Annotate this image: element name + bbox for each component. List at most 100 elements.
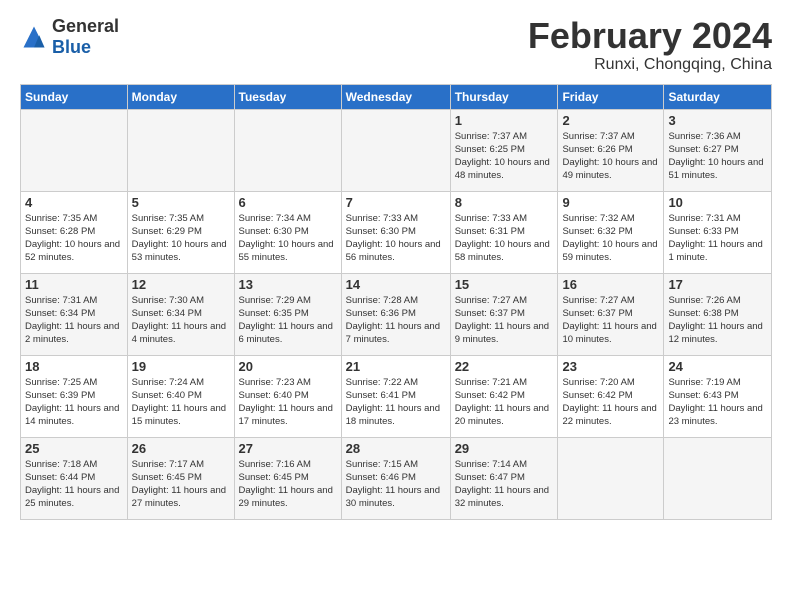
calendar-week-3: 11 Sunrise: 7:31 AM Sunset: 6:34 PM Dayli… xyxy=(21,273,772,355)
col-friday: Friday xyxy=(558,84,664,109)
title-area: February 2024 Runxi, Chongqing, China xyxy=(528,16,772,74)
day-info: Sunrise: 7:14 AM Sunset: 6:47 PM Dayligh… xyxy=(455,458,554,511)
day-info: Sunrise: 7:18 AM Sunset: 6:44 PM Dayligh… xyxy=(25,458,123,511)
calendar-cell: 18Sunrise: 7:25 AM Sunset: 6:39 PM Dayli… xyxy=(21,355,128,437)
calendar-cell: 28 Sunrise: 7:15 AM Sunset: 6:46 PM Dayli… xyxy=(341,437,450,519)
calendar-cell: 6Sunrise: 7:34 AM Sunset: 6:30 PM Daylig… xyxy=(234,191,341,273)
calendar-cell: 14 Sunrise: 7:28 AM Sunset: 6:36 PM Dayli… xyxy=(341,273,450,355)
calendar-cell: 13 Sunrise: 7:29 AM Sunset: 6:35 PM Dayli… xyxy=(234,273,341,355)
calendar-week-4: 18Sunrise: 7:25 AM Sunset: 6:39 PM Dayli… xyxy=(21,355,772,437)
day-number: 9 xyxy=(562,195,659,210)
calendar-cell: 23 Sunrise: 7:20 AM Sunset: 6:42 PM Dayli… xyxy=(558,355,664,437)
calendar-cell: 25 Sunrise: 7:18 AM Sunset: 6:44 PM Dayli… xyxy=(21,437,128,519)
day-number: 16 xyxy=(562,277,659,292)
calendar-cell: 12 Sunrise: 7:30 AM Sunset: 6:34 PM Dayli… xyxy=(127,273,234,355)
day-number: 26 xyxy=(132,441,230,456)
calendar-cell: 22 Sunrise: 7:21 AM Sunset: 6:42 PM Dayli… xyxy=(450,355,558,437)
day-info: Sunrise: 7:21 AM Sunset: 6:42 PM Dayligh… xyxy=(455,376,554,429)
logo-text: General Blue xyxy=(52,16,119,58)
day-number: 22 xyxy=(455,359,554,374)
col-wednesday: Wednesday xyxy=(341,84,450,109)
day-info: Sunrise: 7:35 AM Sunset: 6:28 PM Dayligh… xyxy=(25,212,123,265)
calendar-cell xyxy=(558,437,664,519)
col-saturday: Saturday xyxy=(664,84,772,109)
calendar-cell: 17 Sunrise: 7:26 AM Sunset: 6:38 PM Dayli… xyxy=(664,273,772,355)
day-number: 14 xyxy=(346,277,446,292)
header: General Blue February 2024 Runxi, Chongq… xyxy=(20,16,772,74)
day-info: Sunrise: 7:20 AM Sunset: 6:42 PM Dayligh… xyxy=(562,376,659,429)
day-number: 11 xyxy=(25,277,123,292)
day-info: Sunrise: 7:27 AM Sunset: 6:37 PM Dayligh… xyxy=(455,294,554,347)
day-info: Sunrise: 7:22 AM Sunset: 6:41 PM Dayligh… xyxy=(346,376,446,429)
day-number: 17 xyxy=(668,277,767,292)
logo: General Blue xyxy=(20,16,119,58)
calendar-cell: 5 Sunrise: 7:35 AM Sunset: 6:29 PM Daylig… xyxy=(127,191,234,273)
day-number: 19 xyxy=(132,359,230,374)
calendar-cell: 7Sunrise: 7:33 AM Sunset: 6:30 PM Daylig… xyxy=(341,191,450,273)
calendar-week-5: 25 Sunrise: 7:18 AM Sunset: 6:44 PM Dayli… xyxy=(21,437,772,519)
day-info: Sunrise: 7:35 AM Sunset: 6:29 PM Dayligh… xyxy=(132,212,230,265)
day-info: Sunrise: 7:26 AM Sunset: 6:38 PM Dayligh… xyxy=(668,294,767,347)
calendar-cell: 2Sunrise: 7:37 AM Sunset: 6:26 PM Daylig… xyxy=(558,109,664,191)
day-info: Sunrise: 7:27 AM Sunset: 6:37 PM Dayligh… xyxy=(562,294,659,347)
day-info: Sunrise: 7:30 AM Sunset: 6:34 PM Dayligh… xyxy=(132,294,230,347)
calendar-table: Sunday Monday Tuesday Wednesday Thursday… xyxy=(20,84,772,520)
day-number: 5 xyxy=(132,195,230,210)
page: General Blue February 2024 Runxi, Chongq… xyxy=(0,0,792,530)
day-info: Sunrise: 7:31 AM Sunset: 6:34 PM Dayligh… xyxy=(25,294,123,347)
calendar-cell: 3 Sunrise: 7:36 AM Sunset: 6:27 PM Daylig… xyxy=(664,109,772,191)
day-number: 29 xyxy=(455,441,554,456)
calendar-cell xyxy=(341,109,450,191)
day-number: 8 xyxy=(455,195,554,210)
calendar-cell: 8 Sunrise: 7:33 AM Sunset: 6:31 PM Daylig… xyxy=(450,191,558,273)
calendar-week-2: 4 Sunrise: 7:35 AM Sunset: 6:28 PM Daylig… xyxy=(21,191,772,273)
day-info: Sunrise: 7:36 AM Sunset: 6:27 PM Dayligh… xyxy=(668,130,767,183)
day-info: Sunrise: 7:37 AM Sunset: 6:25 PM Dayligh… xyxy=(455,130,554,183)
logo-general: General xyxy=(52,16,119,36)
calendar-cell: 15Sunrise: 7:27 AM Sunset: 6:37 PM Dayli… xyxy=(450,273,558,355)
col-tuesday: Tuesday xyxy=(234,84,341,109)
calendar-cell: 21Sunrise: 7:22 AM Sunset: 6:41 PM Dayli… xyxy=(341,355,450,437)
month-title: February 2024 xyxy=(528,16,772,56)
header-row: Sunday Monday Tuesday Wednesday Thursday… xyxy=(21,84,772,109)
calendar-cell: 26 Sunrise: 7:17 AM Sunset: 6:45 PM Dayli… xyxy=(127,437,234,519)
day-number: 25 xyxy=(25,441,123,456)
logo-icon xyxy=(20,23,48,51)
day-info: Sunrise: 7:24 AM Sunset: 6:40 PM Dayligh… xyxy=(132,376,230,429)
day-number: 27 xyxy=(239,441,337,456)
day-info: Sunrise: 7:15 AM Sunset: 6:46 PM Dayligh… xyxy=(346,458,446,511)
day-info: Sunrise: 7:29 AM Sunset: 6:35 PM Dayligh… xyxy=(239,294,337,347)
day-number: 10 xyxy=(668,195,767,210)
calendar-cell: 1Sunrise: 7:37 AM Sunset: 6:25 PM Daylig… xyxy=(450,109,558,191)
day-info: Sunrise: 7:33 AM Sunset: 6:30 PM Dayligh… xyxy=(346,212,446,265)
calendar-cell: 24 Sunrise: 7:19 AM Sunset: 6:43 PM Dayli… xyxy=(664,355,772,437)
calendar-cell: 16 Sunrise: 7:27 AM Sunset: 6:37 PM Dayli… xyxy=(558,273,664,355)
logo-blue: Blue xyxy=(52,37,91,57)
location-subtitle: Runxi, Chongqing, China xyxy=(528,56,772,74)
day-number: 2 xyxy=(562,113,659,128)
calendar-cell xyxy=(664,437,772,519)
day-number: 28 xyxy=(346,441,446,456)
day-info: Sunrise: 7:23 AM Sunset: 6:40 PM Dayligh… xyxy=(239,376,337,429)
day-info: Sunrise: 7:28 AM Sunset: 6:36 PM Dayligh… xyxy=(346,294,446,347)
calendar-cell: 19 Sunrise: 7:24 AM Sunset: 6:40 PM Dayli… xyxy=(127,355,234,437)
col-thursday: Thursday xyxy=(450,84,558,109)
calendar-cell xyxy=(127,109,234,191)
calendar-week-1: 1Sunrise: 7:37 AM Sunset: 6:25 PM Daylig… xyxy=(21,109,772,191)
day-number: 24 xyxy=(668,359,767,374)
day-info: Sunrise: 7:32 AM Sunset: 6:32 PM Dayligh… xyxy=(562,212,659,265)
day-info: Sunrise: 7:19 AM Sunset: 6:43 PM Dayligh… xyxy=(668,376,767,429)
day-number: 12 xyxy=(132,277,230,292)
day-number: 3 xyxy=(668,113,767,128)
day-info: Sunrise: 7:17 AM Sunset: 6:45 PM Dayligh… xyxy=(132,458,230,511)
day-info: Sunrise: 7:25 AM Sunset: 6:39 PM Dayligh… xyxy=(25,376,123,429)
calendar-cell: 11 Sunrise: 7:31 AM Sunset: 6:34 PM Dayli… xyxy=(21,273,128,355)
day-number: 23 xyxy=(562,359,659,374)
calendar-cell: 9 Sunrise: 7:32 AM Sunset: 6:32 PM Daylig… xyxy=(558,191,664,273)
day-info: Sunrise: 7:33 AM Sunset: 6:31 PM Dayligh… xyxy=(455,212,554,265)
calendar-cell xyxy=(234,109,341,191)
col-sunday: Sunday xyxy=(21,84,128,109)
day-number: 4 xyxy=(25,195,123,210)
calendar-cell: 20Sunrise: 7:23 AM Sunset: 6:40 PM Dayli… xyxy=(234,355,341,437)
day-number: 13 xyxy=(239,277,337,292)
